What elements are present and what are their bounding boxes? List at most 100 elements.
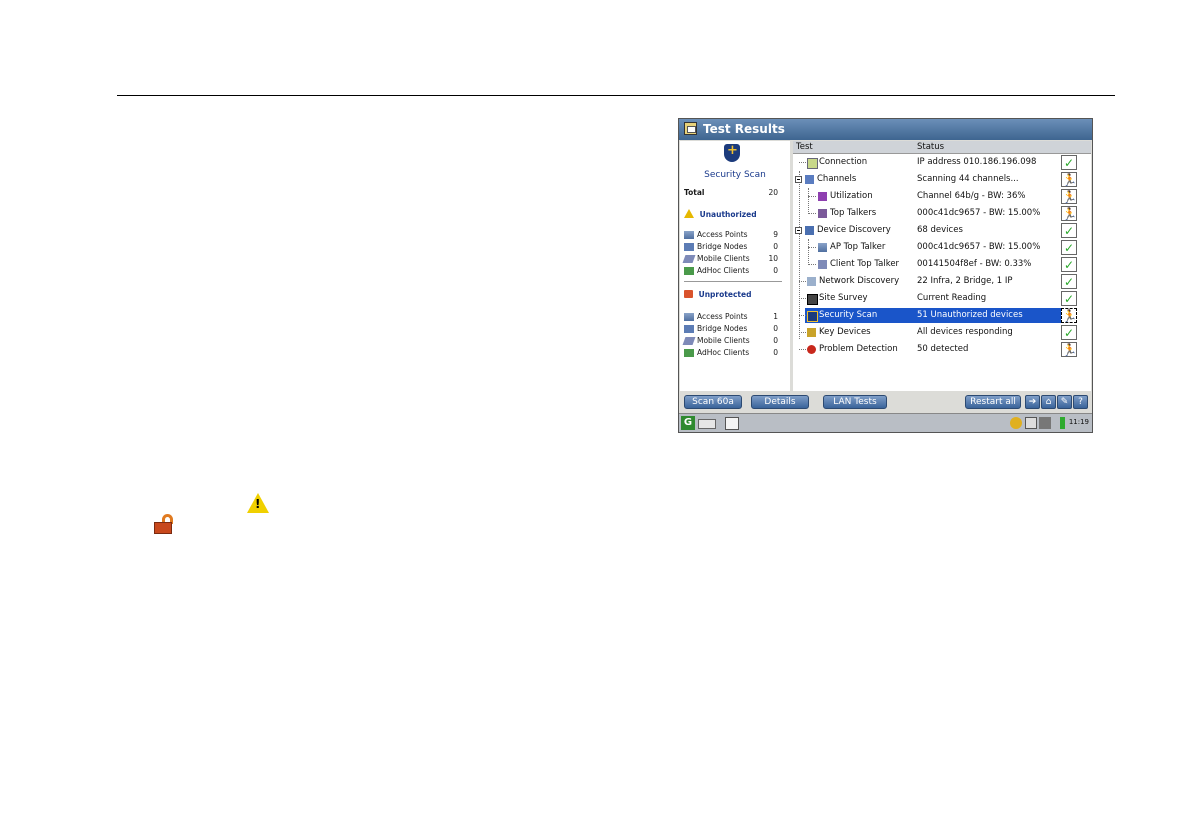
taskbar: G 11:19 bbox=[679, 413, 1092, 432]
top-talkers-icon bbox=[818, 209, 827, 218]
problem-detection-icon bbox=[807, 345, 816, 354]
collapse-toggle[interactable] bbox=[795, 176, 802, 183]
table-row[interactable]: Channels Scanning 44 channels... 🏃 bbox=[793, 171, 1091, 188]
test-name: Device Discovery bbox=[817, 225, 891, 235]
unprotected-mobile-clients-row: Mobile Clients 0 bbox=[682, 336, 784, 347]
unprotected-adhoc-clients-row: AdHoc Clients 0 bbox=[684, 348, 784, 359]
start-icon[interactable]: G bbox=[681, 416, 695, 430]
app-icon[interactable] bbox=[684, 122, 697, 135]
unauthorized-adhoc-clients-row: AdHoc Clients 0 bbox=[684, 266, 784, 277]
scan-button[interactable]: Scan 60a bbox=[684, 395, 742, 409]
row-value: 9 bbox=[773, 230, 778, 239]
test-status: 000c41dc9657 - BW: 15.00% bbox=[917, 208, 1041, 218]
exit-icon[interactable]: ➔ bbox=[1025, 395, 1040, 409]
keyboard-icon[interactable] bbox=[698, 419, 716, 429]
row-label: Access Points bbox=[697, 230, 748, 239]
unauthorized-access-points-row: Access Points 9 bbox=[684, 230, 784, 241]
home-icon[interactable]: ⌂ bbox=[1041, 395, 1056, 409]
test-results-table: Test Status Connection IP address 010.18… bbox=[793, 141, 1091, 391]
utilization-icon bbox=[818, 192, 827, 201]
table-row[interactable]: Connection IP address 010.186.196.098 ✓ bbox=[793, 154, 1091, 171]
shield-icon bbox=[724, 143, 740, 162]
running-icon[interactable]: 🏃 bbox=[1061, 172, 1077, 187]
passed-check-icon[interactable]: ✓ bbox=[1061, 223, 1077, 238]
passed-check-icon[interactable]: ✓ bbox=[1061, 291, 1077, 306]
lan-tests-button[interactable]: LAN Tests bbox=[823, 395, 887, 409]
total-label: Total bbox=[684, 188, 705, 197]
window-icon[interactable] bbox=[725, 417, 739, 430]
unprotected-heading: Unprotected bbox=[684, 290, 751, 299]
bridge-node-icon bbox=[684, 325, 694, 333]
battery-icon bbox=[1060, 417, 1065, 429]
tree-line bbox=[808, 196, 816, 197]
test-name: AP Top Talker bbox=[830, 242, 886, 252]
running-icon[interactable]: 🏃 bbox=[1061, 206, 1077, 221]
table-row[interactable]: Device Discovery 68 devices ✓ bbox=[793, 222, 1091, 239]
site-survey-icon bbox=[807, 294, 818, 305]
row-label: Mobile Clients bbox=[697, 254, 750, 263]
tree-line bbox=[799, 332, 806, 333]
passed-check-icon[interactable]: ✓ bbox=[1061, 274, 1077, 289]
table-row[interactable]: Network Discovery 22 Infra, 2 Bridge, 1 … bbox=[793, 273, 1091, 290]
row-value: 0 bbox=[773, 324, 778, 333]
test-status: IP address 010.186.196.098 bbox=[917, 157, 1037, 167]
row-label: AdHoc Clients bbox=[697, 348, 750, 357]
globe-icon[interactable] bbox=[1010, 417, 1022, 429]
help-button[interactable]: ? bbox=[1073, 395, 1088, 409]
access-point-icon bbox=[684, 313, 694, 321]
table-row[interactable]: Problem Detection 50 detected 🏃 bbox=[793, 341, 1091, 358]
table-row[interactable]: AP Top Talker 000c41dc9657 - BW: 15.00% … bbox=[793, 239, 1091, 256]
column-header-test[interactable]: Test bbox=[796, 142, 813, 152]
collapse-toggle[interactable] bbox=[795, 227, 802, 234]
test-status: 50 detected bbox=[917, 344, 969, 354]
restart-all-button[interactable]: Restart all bbox=[965, 395, 1021, 409]
total-value: 20 bbox=[768, 188, 778, 197]
row-value: 1 bbox=[773, 312, 778, 321]
column-header-status[interactable]: Status bbox=[917, 142, 944, 152]
table-row-selected[interactable]: Security Scan 51 Unauthorized devices 🏃 bbox=[793, 307, 1091, 324]
row-value: 10 bbox=[768, 254, 778, 263]
test-status: Channel 64b/g - BW: 36% bbox=[917, 191, 1026, 201]
tree-line bbox=[799, 162, 806, 163]
unlocked-icon bbox=[154, 514, 176, 534]
tree-line bbox=[799, 349, 806, 350]
adhoc-client-icon bbox=[684, 267, 694, 275]
tools-icon[interactable]: ✎ bbox=[1057, 395, 1072, 409]
table-header: Test Status bbox=[793, 141, 1091, 154]
test-name: Site Survey bbox=[819, 293, 868, 303]
running-icon[interactable]: 🏃 bbox=[1061, 342, 1077, 357]
passed-check-icon[interactable]: ✓ bbox=[1061, 257, 1077, 272]
test-name: Client Top Talker bbox=[830, 259, 900, 269]
running-icon[interactable]: 🏃 bbox=[1061, 189, 1077, 204]
tree-line bbox=[808, 247, 816, 248]
channels-icon bbox=[805, 175, 814, 184]
table-row[interactable]: Utilization Channel 64b/g - BW: 36% 🏃 bbox=[793, 188, 1091, 205]
passed-check-icon[interactable]: ✓ bbox=[1061, 155, 1077, 170]
test-status: 22 Infra, 2 Bridge, 1 IP bbox=[917, 276, 1013, 286]
connection-icon bbox=[807, 158, 818, 169]
unprotected-access-points-row: Access Points 1 bbox=[684, 312, 784, 323]
row-label: Bridge Nodes bbox=[697, 324, 748, 333]
table-row[interactable]: Site Survey Current Reading ✓ bbox=[793, 290, 1091, 307]
speaker-icon[interactable] bbox=[1039, 417, 1051, 429]
window-title: Test Results bbox=[703, 122, 785, 136]
tree-line bbox=[799, 315, 806, 316]
security-summary-panel: Security Scan Total 20 Unauthorized Acce… bbox=[680, 141, 790, 391]
clipboard-icon[interactable] bbox=[1025, 417, 1037, 429]
tree-line bbox=[808, 264, 816, 265]
table-row[interactable]: Client Top Talker 00141504f8ef - BW: 0.3… bbox=[793, 256, 1091, 273]
passed-check-icon[interactable]: ✓ bbox=[1061, 325, 1077, 340]
row-label: AdHoc Clients bbox=[697, 266, 750, 275]
row-value: 0 bbox=[773, 242, 778, 251]
tree-line bbox=[808, 213, 816, 214]
details-button[interactable]: Details bbox=[751, 395, 809, 409]
table-row[interactable]: Top Talkers 000c41dc9657 - BW: 15.00% 🏃 bbox=[793, 205, 1091, 222]
access-point-icon bbox=[684, 231, 694, 239]
table-row[interactable]: Key Devices All devices responding ✓ bbox=[793, 324, 1091, 341]
passed-check-icon[interactable]: ✓ bbox=[1061, 240, 1077, 255]
test-status: Current Reading bbox=[917, 293, 987, 303]
total-row: Total 20 bbox=[684, 188, 784, 199]
unlocked-icon bbox=[684, 290, 693, 298]
unauthorized-mobile-clients-row: Mobile Clients 10 bbox=[682, 254, 784, 265]
running-icon[interactable]: 🏃 bbox=[1061, 308, 1077, 323]
